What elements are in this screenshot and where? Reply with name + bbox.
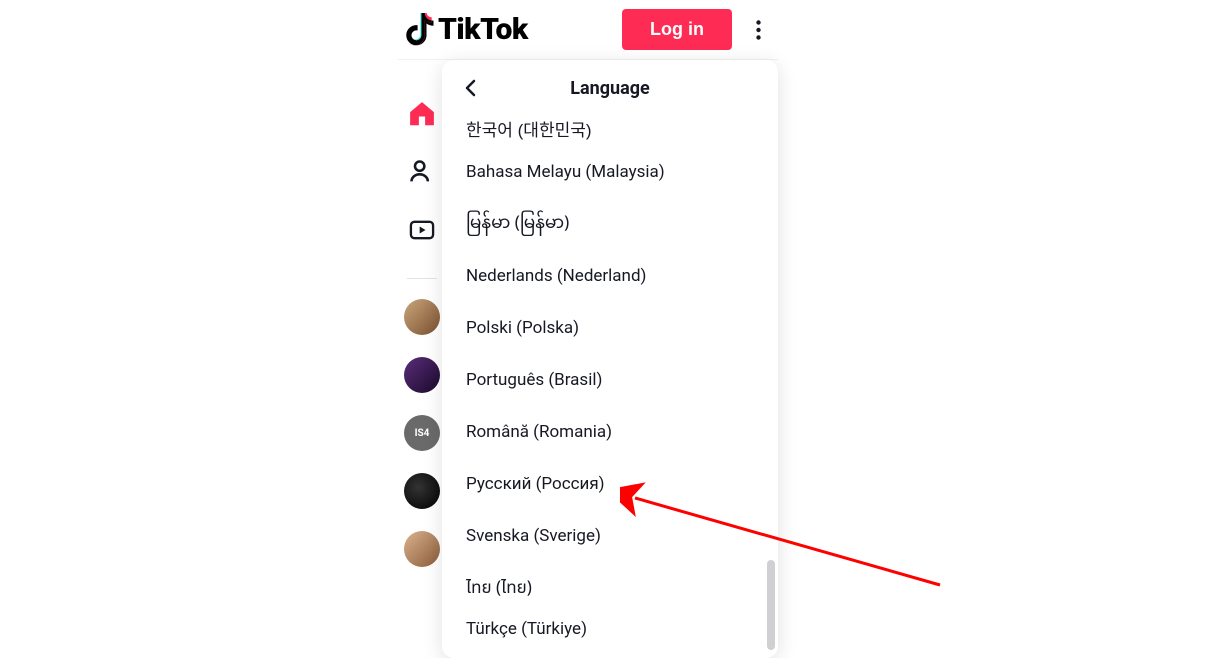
suggested-account-4[interactable]: [404, 473, 440, 509]
live-nav[interactable]: [404, 212, 440, 248]
scrollbar-thumb[interactable]: [767, 560, 775, 650]
more-menu-button[interactable]: [746, 12, 770, 48]
header-actions: Log in: [622, 9, 770, 50]
language-list[interactable]: 한국어 (대한민국) Bahasa Melayu (Malaysia) မြန်…: [442, 116, 778, 658]
panel-header: Language: [442, 60, 778, 116]
person-icon: [408, 158, 436, 186]
language-option[interactable]: Bahasa Melayu (Malaysia): [466, 146, 754, 198]
content: IS4 Language 한국어 (대한민국) Bahasa Melayu (M…: [398, 60, 778, 658]
suggested-account-1[interactable]: [404, 299, 440, 335]
sidebar: IS4: [398, 60, 446, 658]
brand-text: TikTok: [438, 12, 528, 47]
language-option[interactable]: Română (Romania): [466, 406, 754, 458]
login-button[interactable]: Log in: [622, 9, 732, 50]
chevron-left-icon: [464, 79, 476, 97]
home-icon: [407, 99, 437, 129]
panel-title: Language: [570, 78, 649, 99]
language-option[interactable]: Português (Brasil): [466, 354, 754, 406]
suggested-account-3[interactable]: IS4: [404, 415, 440, 451]
kebab-icon: [756, 20, 761, 40]
language-panel: Language 한국어 (대한민국) Bahasa Melayu (Malay…: [442, 60, 778, 658]
language-option[interactable]: Русский (Россия): [466, 458, 754, 510]
live-icon: [408, 216, 436, 244]
language-option[interactable]: Polski (Polska): [466, 302, 754, 354]
language-option[interactable]: 한국어 (대한민국): [466, 116, 754, 146]
back-button[interactable]: [458, 76, 482, 100]
language-option[interactable]: ไทย (ไทย): [466, 562, 754, 614]
tiktok-note-icon: [404, 13, 434, 47]
tiktok-logo[interactable]: TikTok: [398, 12, 528, 47]
following-nav[interactable]: [404, 154, 440, 190]
app-frame: TikTok Log in: [398, 0, 778, 658]
sidebar-divider: [407, 278, 437, 279]
suggested-account-2[interactable]: [404, 357, 440, 393]
language-option[interactable]: မြန်မာ (မြန်မာ): [466, 198, 754, 250]
header: TikTok Log in: [398, 0, 778, 60]
language-option[interactable]: Nederlands (Nederland): [466, 250, 754, 302]
language-option[interactable]: Türkçe (Türkiye): [466, 614, 754, 644]
language-option[interactable]: Svenska (Sverige): [466, 510, 754, 562]
home-nav[interactable]: [404, 96, 440, 132]
suggested-account-5[interactable]: [404, 531, 440, 567]
